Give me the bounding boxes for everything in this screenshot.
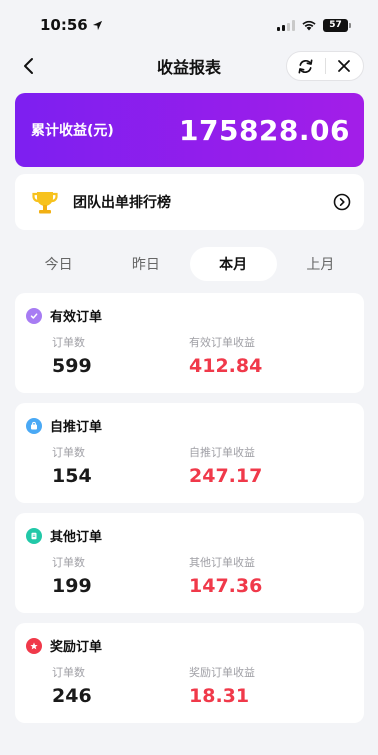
order-count-block: 订单数 599 <box>52 334 92 377</box>
trophy-icon <box>29 186 61 218</box>
order-income-value: 18.31 <box>189 685 250 707</box>
card-header: 自推订单 <box>26 416 102 435</box>
order-income-value: 247.17 <box>189 465 263 487</box>
status-time-text: 10:56 <box>40 16 88 34</box>
chevron-right-circle-icon <box>333 193 351 211</box>
refresh-icon <box>298 59 313 73</box>
order-count-block: 订单数 246 <box>52 664 92 707</box>
order-income-label: 其他订单收益 <box>189 556 255 569</box>
refresh-button[interactable] <box>287 52 325 80</box>
wifi-icon <box>302 20 316 31</box>
location-arrow-icon <box>92 20 102 30</box>
order-income-block: 奖励订单收益 18.31 <box>189 664 255 707</box>
total-earnings-label: 累计收益(元) <box>31 123 114 139</box>
order-count-label: 订单数 <box>52 666 85 679</box>
order-count-label: 订单数 <box>52 446 85 459</box>
tab-today[interactable]: 今日 <box>15 247 102 281</box>
back-button[interactable] <box>16 54 40 78</box>
tab-last-month[interactable]: 上月 <box>277 247 364 281</box>
star-icon <box>26 637 42 654</box>
total-earnings-card: 累计收益(元) 175828.06 <box>15 93 364 167</box>
order-income-label: 有效订单收益 <box>189 336 255 349</box>
self-promoted-orders-card: 自推订单 订单数 154 自推订单收益 247.17 <box>15 403 364 503</box>
team-ranking-entry[interactable]: 团队出单排行榜 <box>15 174 364 230</box>
page-title: 收益报表 <box>156 58 221 77</box>
status-bar: 10:56 57 <box>0 0 378 44</box>
status-indicators: 57 <box>277 18 351 32</box>
mini-program-capsule <box>286 51 364 81</box>
order-count-label: 订单数 <box>52 336 85 349</box>
order-count-label: 订单数 <box>52 556 85 569</box>
order-count-block: 订单数 199 <box>52 554 92 597</box>
ranking-arrow-button[interactable] <box>332 192 352 212</box>
valid-orders-card: 有效订单 订单数 599 有效订单收益 412.84 <box>15 293 364 393</box>
total-earnings-value: 175828.06 <box>179 113 350 147</box>
order-income-block: 自推订单收益 247.17 <box>189 444 262 487</box>
order-count-value: 154 <box>52 465 92 487</box>
close-icon <box>338 60 351 72</box>
document-icon <box>26 527 42 544</box>
order-income-value: 147.36 <box>189 575 263 597</box>
card-header: 其他订单 <box>26 526 102 545</box>
tab-yesterday[interactable]: 昨日 <box>102 247 189 281</box>
card-title: 奖励订单 <box>50 640 103 655</box>
period-tabs: 今日 昨日 本月 上月 <box>15 247 364 281</box>
order-income-label: 奖励订单收益 <box>189 666 255 679</box>
order-count-block: 订单数 154 <box>52 444 92 487</box>
bag-icon <box>26 417 42 434</box>
chevron-left-icon <box>24 58 33 74</box>
reward-orders-card: 奖励订单 订单数 246 奖励订单收益 18.31 <box>15 623 364 723</box>
card-header: 奖励订单 <box>26 636 102 655</box>
order-income-block: 其他订单收益 147.36 <box>189 554 262 597</box>
battery-icon: 57 <box>323 18 351 32</box>
status-time: 10:56 <box>40 16 103 34</box>
order-count-value: 246 <box>52 685 92 707</box>
order-income-value: 412.84 <box>189 355 263 377</box>
team-ranking-title: 团队出单排行榜 <box>73 195 171 211</box>
other-orders-card: 其他订单 订单数 199 其他订单收益 147.36 <box>15 513 364 613</box>
battery-level: 57 <box>329 20 342 30</box>
nav-bar: 收益报表 <box>0 44 378 88</box>
order-income-label: 自推订单收益 <box>189 446 255 459</box>
order-count-value: 599 <box>52 355 92 377</box>
order-income-block: 有效订单收益 412.84 <box>189 334 262 377</box>
card-title: 其他订单 <box>50 530 103 545</box>
signal-icon <box>277 19 295 31</box>
tab-this-month[interactable]: 本月 <box>189 247 277 281</box>
check-badge-icon <box>26 307 42 324</box>
card-header: 有效订单 <box>26 306 102 325</box>
card-title: 自推订单 <box>50 420 103 435</box>
close-button[interactable] <box>326 52 364 80</box>
order-count-value: 199 <box>52 575 92 597</box>
card-title: 有效订单 <box>50 310 103 325</box>
